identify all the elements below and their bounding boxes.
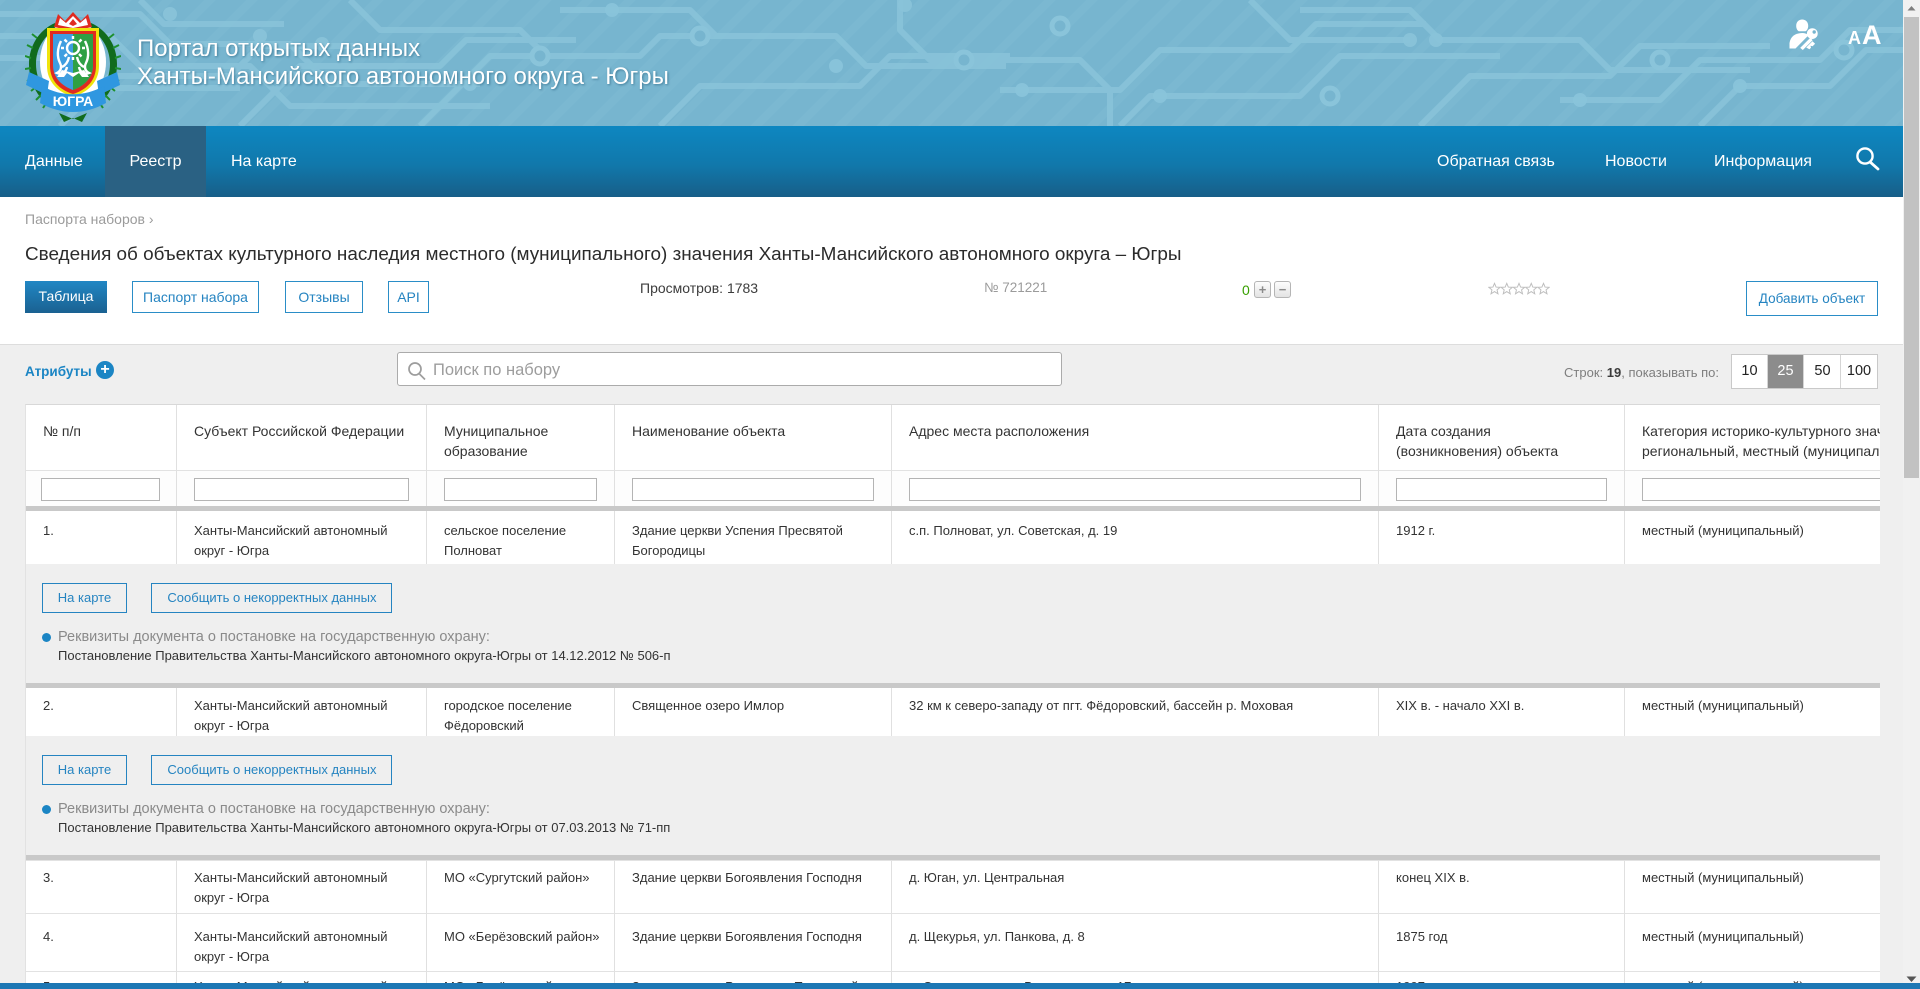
svg-text:ЮГРА: ЮГРА [53, 93, 94, 109]
